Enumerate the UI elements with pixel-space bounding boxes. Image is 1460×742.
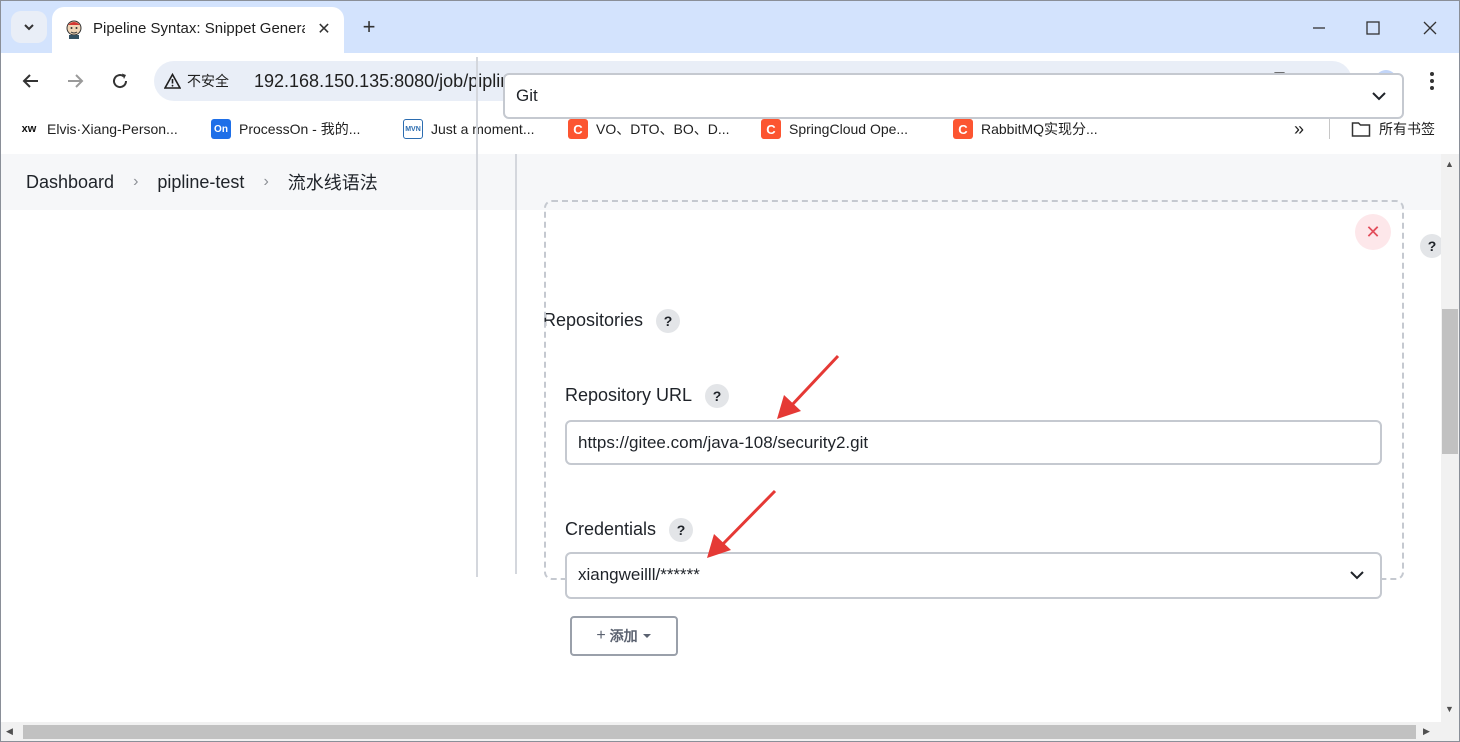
add-credentials-button[interactable]: + 添加 xyxy=(570,616,678,656)
minimize-icon xyxy=(1313,27,1325,29)
security-chip[interactable]: 不安全 xyxy=(164,69,229,93)
minimize-button[interactable] xyxy=(1306,15,1332,41)
new-tab-button[interactable]: + xyxy=(357,14,381,39)
tab-strip: Pipeline Syntax: Snippet Generator ✕ + xyxy=(1,1,1459,53)
repository-url-help-icon[interactable]: ? xyxy=(705,384,729,408)
chevron-right-icon: › xyxy=(133,173,139,190)
bookmarks-divider xyxy=(1329,119,1330,139)
vertical-scroll-thumb[interactable] xyxy=(1442,309,1458,454)
maximize-button[interactable] xyxy=(1360,15,1386,41)
add-label: 添加 xyxy=(609,628,638,644)
arrow-left-icon xyxy=(22,74,38,88)
credentials-help-icon[interactable]: ? xyxy=(669,518,693,542)
jenkins-icon xyxy=(66,20,82,39)
bookmark-item[interactable]: C RabbitMQ实现分... xyxy=(953,118,1098,140)
mvn-icon: MVN xyxy=(403,119,423,139)
caret-down-icon xyxy=(642,634,651,638)
tab-title: Pipeline Syntax: Snippet Generator xyxy=(93,20,305,37)
reload-icon xyxy=(113,73,128,89)
plus-icon: + xyxy=(596,627,606,644)
close-icon xyxy=(1423,21,1437,35)
chevron-down-icon xyxy=(24,24,34,31)
bookmark-item[interactable]: C SpringCloud Ope... xyxy=(761,118,908,140)
chevron-right-icon: › xyxy=(263,173,269,190)
repository-url-label: Repository URL xyxy=(565,385,693,405)
scm-select[interactable]: Git xyxy=(503,73,1404,119)
scroll-up-icon[interactable]: ▲ xyxy=(1445,159,1454,169)
bookmark-item[interactable]: On ProcessOn - 我的... xyxy=(211,118,360,140)
breadcrumb-dashboard[interactable]: Dashboard xyxy=(26,172,114,193)
bookmarks-overflow-button[interactable]: » xyxy=(1294,118,1304,140)
forward-button[interactable] xyxy=(61,67,89,95)
bookmark-item[interactable]: xw Elvis·Xiang-Person... xyxy=(19,118,178,140)
credentials-select-value: xiangweilll/****** xyxy=(578,565,700,584)
breadcrumb-pipeline-syntax[interactable]: 流水线语法 xyxy=(288,169,378,195)
nested-section-line xyxy=(515,154,517,574)
bookmark-label: VO、DTO、BO、D... xyxy=(596,121,730,137)
bookmark-item[interactable]: C VO、DTO、BO、D... xyxy=(568,118,730,140)
close-icon: ✕ xyxy=(1365,221,1381,242)
sidebar-divider xyxy=(476,57,478,577)
browser-window: Pipeline Syntax: Snippet Generator ✕ + 不… xyxy=(0,0,1460,742)
breadcrumb-job[interactable]: pipline-test xyxy=(157,172,244,193)
security-label: 不安全 xyxy=(187,73,229,89)
bookmark-label: SpringCloud Ope... xyxy=(789,121,909,137)
csdn-icon: C xyxy=(761,119,781,139)
active-tab[interactable]: Pipeline Syntax: Snippet Generator ✕ xyxy=(52,7,344,53)
bookmark-label: RabbitMQ实现分... xyxy=(981,121,1098,137)
warning-icon xyxy=(164,72,181,89)
repository-url-input[interactable] xyxy=(565,420,1382,465)
bookmark-label: Elvis·Xiang-Person... xyxy=(47,121,178,137)
tab-close-icon[interactable]: ✕ xyxy=(314,19,334,39)
chevron-down-icon xyxy=(1372,92,1386,101)
arrow-right-icon xyxy=(68,74,84,88)
folder-icon xyxy=(1351,122,1371,137)
tab-search-button[interactable] xyxy=(11,11,47,43)
more-vert-icon xyxy=(1430,72,1434,90)
credentials-select[interactable]: xiangweilll/****** xyxy=(565,552,1382,599)
scroll-left-icon[interactable]: ◀ xyxy=(6,726,13,737)
horizontal-scroll-thumb[interactable] xyxy=(23,725,1416,739)
bookmark-label: Just a moment... xyxy=(431,121,535,137)
chevron-down-icon xyxy=(1350,571,1364,580)
reload-button[interactable] xyxy=(106,67,134,95)
processon-icon: On xyxy=(211,119,231,139)
scm-select-value: Git xyxy=(516,86,538,105)
maximize-icon xyxy=(1366,21,1380,35)
xw-icon: xw xyxy=(21,123,37,135)
back-button[interactable] xyxy=(17,67,45,95)
scroll-right-icon[interactable]: ▶ xyxy=(1423,726,1430,737)
csdn-icon: C xyxy=(568,119,588,139)
close-window-button[interactable] xyxy=(1417,15,1443,41)
credentials-label: Credentials xyxy=(565,519,657,539)
delete-repository-button[interactable]: ✕ xyxy=(1355,214,1391,250)
bookmark-label: ProcessOn - 我的... xyxy=(239,121,361,137)
menu-button[interactable] xyxy=(1418,67,1446,95)
all-bookmarks-button[interactable]: 所有书签 xyxy=(1351,118,1435,140)
all-bookmarks-label: 所有书签 xyxy=(1379,121,1435,137)
bookmark-item[interactable]: MVN Just a moment... xyxy=(403,118,534,140)
scroll-down-icon[interactable]: ▼ xyxy=(1445,704,1454,714)
csdn-icon: C xyxy=(953,119,973,139)
